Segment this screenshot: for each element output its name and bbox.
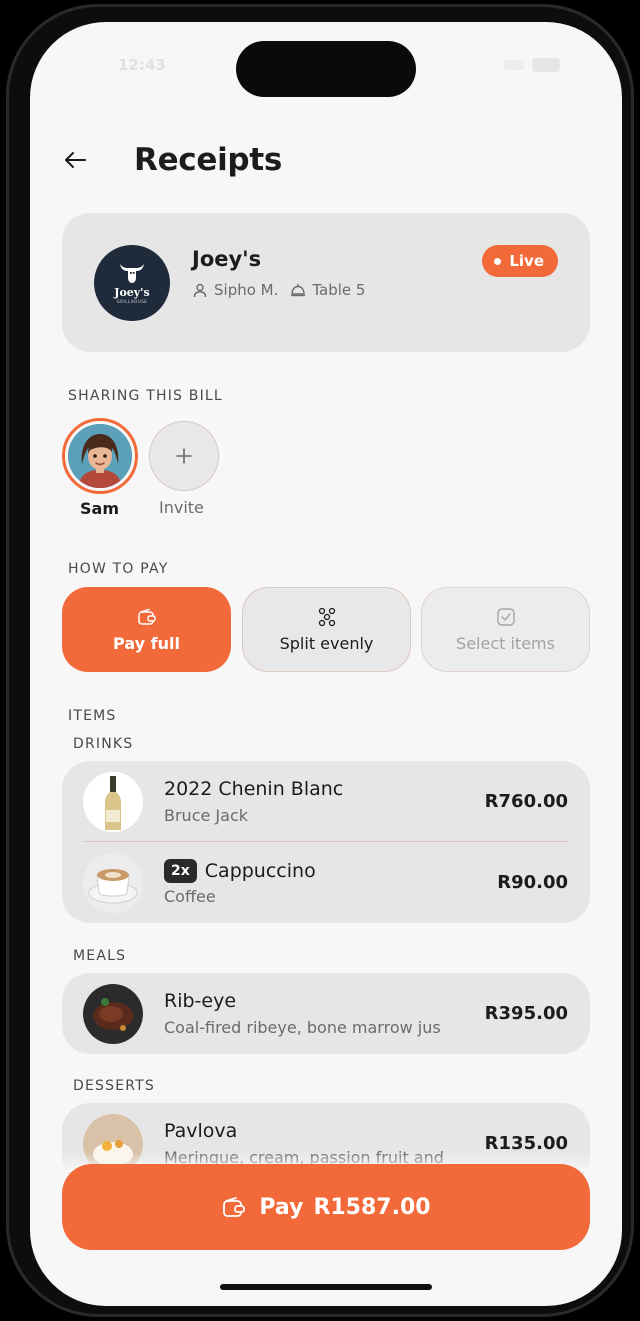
status-icons <box>504 58 564 72</box>
bull-logo-icon <box>120 264 144 283</box>
split-evenly-label: Split evenly <box>279 634 374 653</box>
app-screen: 12:43 Receipts Joey's GRILLHOUSE Joey's … <box>30 22 622 1306</box>
item-price: R135.00 <box>484 1133 568 1154</box>
phone-frame: 12:43 Receipts Joey's GRILLHOUSE Joey's … <box>6 4 634 1317</box>
item-price: R760.00 <box>484 791 568 812</box>
battery-icon <box>532 58 560 72</box>
select-items-label: Select items <box>456 634 555 653</box>
meals-group-label: MEALS <box>73 948 127 964</box>
person-icon <box>192 282 208 298</box>
list-item[interactable]: 2x Cappuccino Coffee R90.00 <box>62 842 590 923</box>
invite-button[interactable] <box>149 421 219 491</box>
avatar-sam[interactable] <box>62 418 138 494</box>
split-icon <box>316 606 338 628</box>
pay-full-label: Pay full <box>113 634 180 653</box>
person-name: Sam <box>80 499 119 518</box>
venue-logo: Joey's GRILLHOUSE <box>94 245 170 321</box>
header: Receipts <box>60 140 282 180</box>
pay-button-label: Pay <box>259 1194 304 1220</box>
cappuccino-image <box>83 853 143 913</box>
plus-icon <box>176 448 192 464</box>
item-price: R90.00 <box>497 872 568 893</box>
wallet-icon <box>136 606 158 628</box>
logo-subtext: GRILLHOUSE <box>116 299 148 304</box>
page-title: Receipts <box>134 142 282 178</box>
how-to-pay-label: HOW TO PAY <box>68 561 169 577</box>
item-name: Pavlova <box>164 1120 238 1142</box>
pay-full-option[interactable]: Pay full <box>62 587 231 672</box>
desserts-group-label: DESSERTS <box>73 1078 155 1094</box>
pay-button-amount: R1587.00 <box>313 1194 431 1220</box>
item-description: Bruce Jack <box>164 806 249 825</box>
split-evenly-option[interactable]: Split evenly <box>242 587 411 672</box>
status-time: 12:43 <box>118 56 166 74</box>
invite-label: Invite <box>159 498 204 517</box>
table-bell-icon <box>290 282 306 298</box>
back-button[interactable] <box>60 145 90 175</box>
item-description: Coffee <box>164 887 216 906</box>
quantity-badge: 2x <box>164 859 197 883</box>
signal-icon <box>504 60 524 70</box>
item-description: Coal-fired ribeye, bone marrow jus <box>164 1018 441 1037</box>
list-item[interactable]: Rib-eye Coal-fired ribeye, bone marrow j… <box>62 973 590 1054</box>
live-status-badge: Live <box>482 245 558 277</box>
ribeye-image <box>83 984 143 1044</box>
sharing-section-label: SHARING THIS BILL <box>68 388 223 404</box>
venue-card[interactable]: Joey's GRILLHOUSE Joey's Sipho M. Table … <box>62 213 590 352</box>
item-name: Rib-eye <box>164 990 237 1012</box>
meals-group: Rib-eye Coal-fired ribeye, bone marrow j… <box>62 973 590 1054</box>
item-price: R395.00 <box>484 1003 568 1024</box>
table-number: Table 5 <box>312 281 366 299</box>
wine-bottle-image <box>83 772 143 832</box>
items-section-label: ITEMS <box>68 708 117 724</box>
checkbox-icon <box>495 606 517 628</box>
drinks-group-label: DRINKS <box>73 736 134 752</box>
venue-name: Joey's <box>192 247 262 271</box>
item-name: 2022 Chenin Blanc <box>164 778 344 800</box>
dynamic-island <box>236 41 416 97</box>
select-items-option[interactable]: Select items <box>421 587 590 672</box>
live-label: Live <box>509 252 544 270</box>
arrow-left-icon <box>65 152 86 168</box>
drinks-group: 2022 Chenin Blanc Bruce Jack R760.00 2x … <box>62 761 590 923</box>
waiter-name: Sipho M. <box>214 281 279 299</box>
wallet-icon <box>221 1194 247 1220</box>
logo-text: Joey's <box>114 286 150 299</box>
live-dot-icon <box>494 257 502 265</box>
avatar-image <box>68 424 132 488</box>
item-name: 2x Cappuccino <box>164 859 316 883</box>
pay-button[interactable]: Pay R1587.00 <box>62 1164 590 1250</box>
venue-meta: Sipho M. Table 5 <box>192 281 365 299</box>
home-indicator <box>220 1284 432 1290</box>
list-item[interactable]: 2022 Chenin Blanc Bruce Jack R760.00 <box>62 761 590 842</box>
